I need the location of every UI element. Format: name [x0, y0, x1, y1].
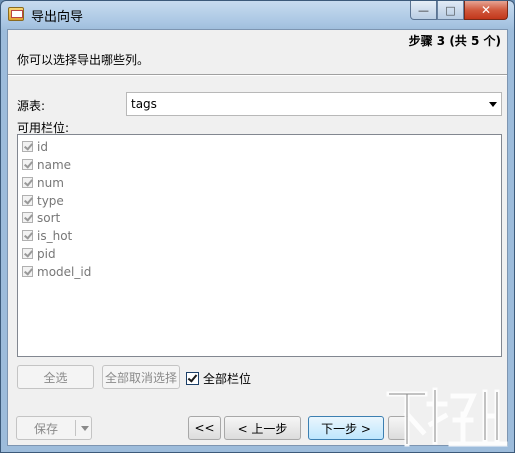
field-label: name [37, 157, 72, 172]
next-step-button[interactable]: 下一步 > [308, 416, 384, 440]
all-columns-label: 全部栏位 [203, 372, 252, 386]
field-label: model_id [37, 264, 92, 279]
source-table-value: tags [131, 97, 157, 111]
field-label: id [37, 139, 48, 154]
step-indicator: 步骤 3 (共 5 个) [408, 34, 501, 48]
window-title: 导出向导 [31, 10, 84, 25]
field-item-name[interactable]: name [22, 156, 71, 173]
select-all-button[interactable]: 全选 [17, 365, 94, 389]
export-wizard-window: 导出向导 — □ ✕ 步骤 3 (共 5 个) 你可以选择导出哪些列。 源表: … [0, 0, 515, 453]
instruction-text: 你可以选择导出哪些列。 [17, 53, 150, 67]
field-item-sort[interactable]: sort [22, 209, 60, 226]
checkbox-icon[interactable] [22, 177, 33, 188]
close-button[interactable]: ✕ [464, 1, 508, 20]
field-item-id[interactable]: id [22, 138, 48, 155]
app-icon [8, 7, 24, 21]
window-controls: — □ ✕ [410, 1, 508, 20]
header-divider [8, 74, 507, 76]
chevron-down-icon[interactable] [489, 102, 497, 107]
partial-button[interactable] [388, 416, 408, 440]
all-columns-toggle[interactable]: 全部栏位 [186, 370, 251, 387]
save-button[interactable]: 保存 [16, 416, 92, 440]
wizard-content: 步骤 3 (共 5 个) 你可以选择导出哪些列。 源表: tags 可用栏位: … [7, 29, 508, 446]
source-table-label: 源表: [17, 99, 46, 113]
save-divider [75, 420, 76, 436]
save-label: 保存 [33, 421, 58, 436]
deselect-all-button[interactable]: 全部取消选择 [102, 365, 180, 389]
first-step-button[interactable]: << [188, 416, 221, 440]
checkbox-icon[interactable] [22, 141, 33, 152]
checkbox-icon[interactable] [22, 195, 33, 206]
field-item-is-hot[interactable]: is_hot [22, 227, 72, 244]
field-item-pid[interactable]: pid [22, 245, 56, 262]
maximize-button[interactable]: □ [437, 1, 464, 20]
save-dropdown-icon[interactable] [81, 426, 89, 431]
field-label: type [37, 193, 64, 208]
minimize-button[interactable]: — [410, 1, 437, 20]
checkbox-icon[interactable] [22, 159, 33, 170]
checkbox-icon[interactable] [22, 212, 33, 223]
field-label: pid [37, 246, 56, 261]
checkbox-icon[interactable] [186, 372, 199, 385]
close-icon: ✕ [480, 3, 492, 17]
title-bar[interactable]: 导出向导 — □ ✕ [1, 1, 514, 29]
source-table-select[interactable]: tags [126, 92, 502, 116]
field-label: num [37, 175, 64, 190]
prev-step-button[interactable]: < 上一步 [224, 416, 301, 440]
field-item-num[interactable]: num [22, 174, 64, 191]
maximize-icon: □ [445, 3, 456, 17]
field-label: is_hot [37, 228, 73, 243]
available-fields-list[interactable]: id name num type sort is_hot pid model_i… [17, 134, 502, 357]
checkbox-icon[interactable] [22, 266, 33, 277]
checkbox-icon[interactable] [22, 248, 33, 259]
field-item-type[interactable]: type [22, 192, 64, 209]
field-item-model-id[interactable]: model_id [22, 263, 91, 280]
field-label: sort [37, 210, 61, 225]
checkbox-icon[interactable] [22, 230, 33, 241]
minimize-icon: — [418, 3, 429, 17]
